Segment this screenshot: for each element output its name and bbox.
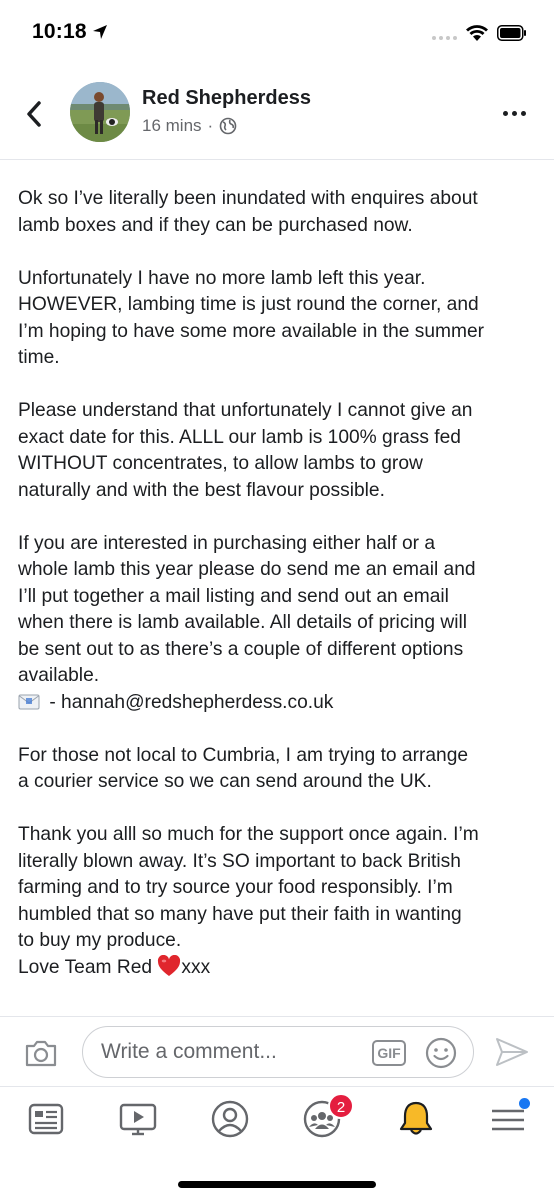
author-name[interactable]: Red Shepherdess xyxy=(142,87,311,110)
heart-emoji-icon xyxy=(158,954,181,976)
post-time[interactable]: 16 mins xyxy=(142,116,202,136)
post-paragraph-6: Thank you alll so much for the support o… xyxy=(18,824,479,951)
post-header: Red Shepherdess 16 mins · xyxy=(0,66,554,160)
news-feed-icon[interactable] xyxy=(26,1099,66,1139)
signoff: Love Team Red xxx xyxy=(18,954,540,982)
post-meta: 16 mins · xyxy=(142,116,237,136)
back-button[interactable] xyxy=(24,100,44,128)
wifi-icon xyxy=(466,25,488,41)
post-paragraph-5: For those not local to Cumbria, I am try… xyxy=(18,744,469,793)
globe-icon xyxy=(219,117,237,135)
location-arrow-icon xyxy=(93,25,107,39)
comment-input[interactable]: Write a comment... GIF xyxy=(82,1026,474,1078)
home-indicator[interactable] xyxy=(178,1181,376,1188)
post-paragraph-1: Ok so I’ve literally been inundated with… xyxy=(18,188,478,236)
watch-icon[interactable] xyxy=(118,1099,158,1139)
email-line: - hannah@redshepherdess.co.uk xyxy=(18,690,540,717)
meta-separator: · xyxy=(207,116,214,135)
post-paragraph-3: Please understand that unfortunately I c… xyxy=(18,400,473,501)
comment-bar: Write a comment... GIF xyxy=(0,1016,554,1086)
avatar[interactable] xyxy=(70,82,130,142)
post-paragraph-2: Unfortunately I have no more lamb left t… xyxy=(18,267,485,369)
menu-notification-dot xyxy=(519,1098,530,1109)
status-bar: 10:18 xyxy=(0,0,554,66)
envelope-icon xyxy=(18,694,40,709)
comment-placeholder: Write a comment... xyxy=(101,1040,277,1063)
send-button[interactable] xyxy=(494,1036,530,1068)
camera-button[interactable] xyxy=(24,1038,58,1068)
profile-icon[interactable] xyxy=(210,1099,250,1139)
groups-badge: 2 xyxy=(328,1093,354,1119)
notifications-icon[interactable] xyxy=(396,1099,436,1139)
gif-button[interactable]: GIF xyxy=(372,1040,406,1066)
post-body: Ok so I’ve literally been inundated with… xyxy=(18,186,540,981)
emoji-button[interactable] xyxy=(425,1037,457,1069)
battery-icon xyxy=(497,25,526,41)
more-options-button[interactable] xyxy=(503,111,526,116)
post-paragraph-4: If you are interested in purchasing eith… xyxy=(18,532,476,687)
email-address: - hannah@redshepherdess.co.uk xyxy=(44,691,334,713)
signal-icon xyxy=(432,36,457,40)
status-time: 10:18 xyxy=(32,20,87,43)
